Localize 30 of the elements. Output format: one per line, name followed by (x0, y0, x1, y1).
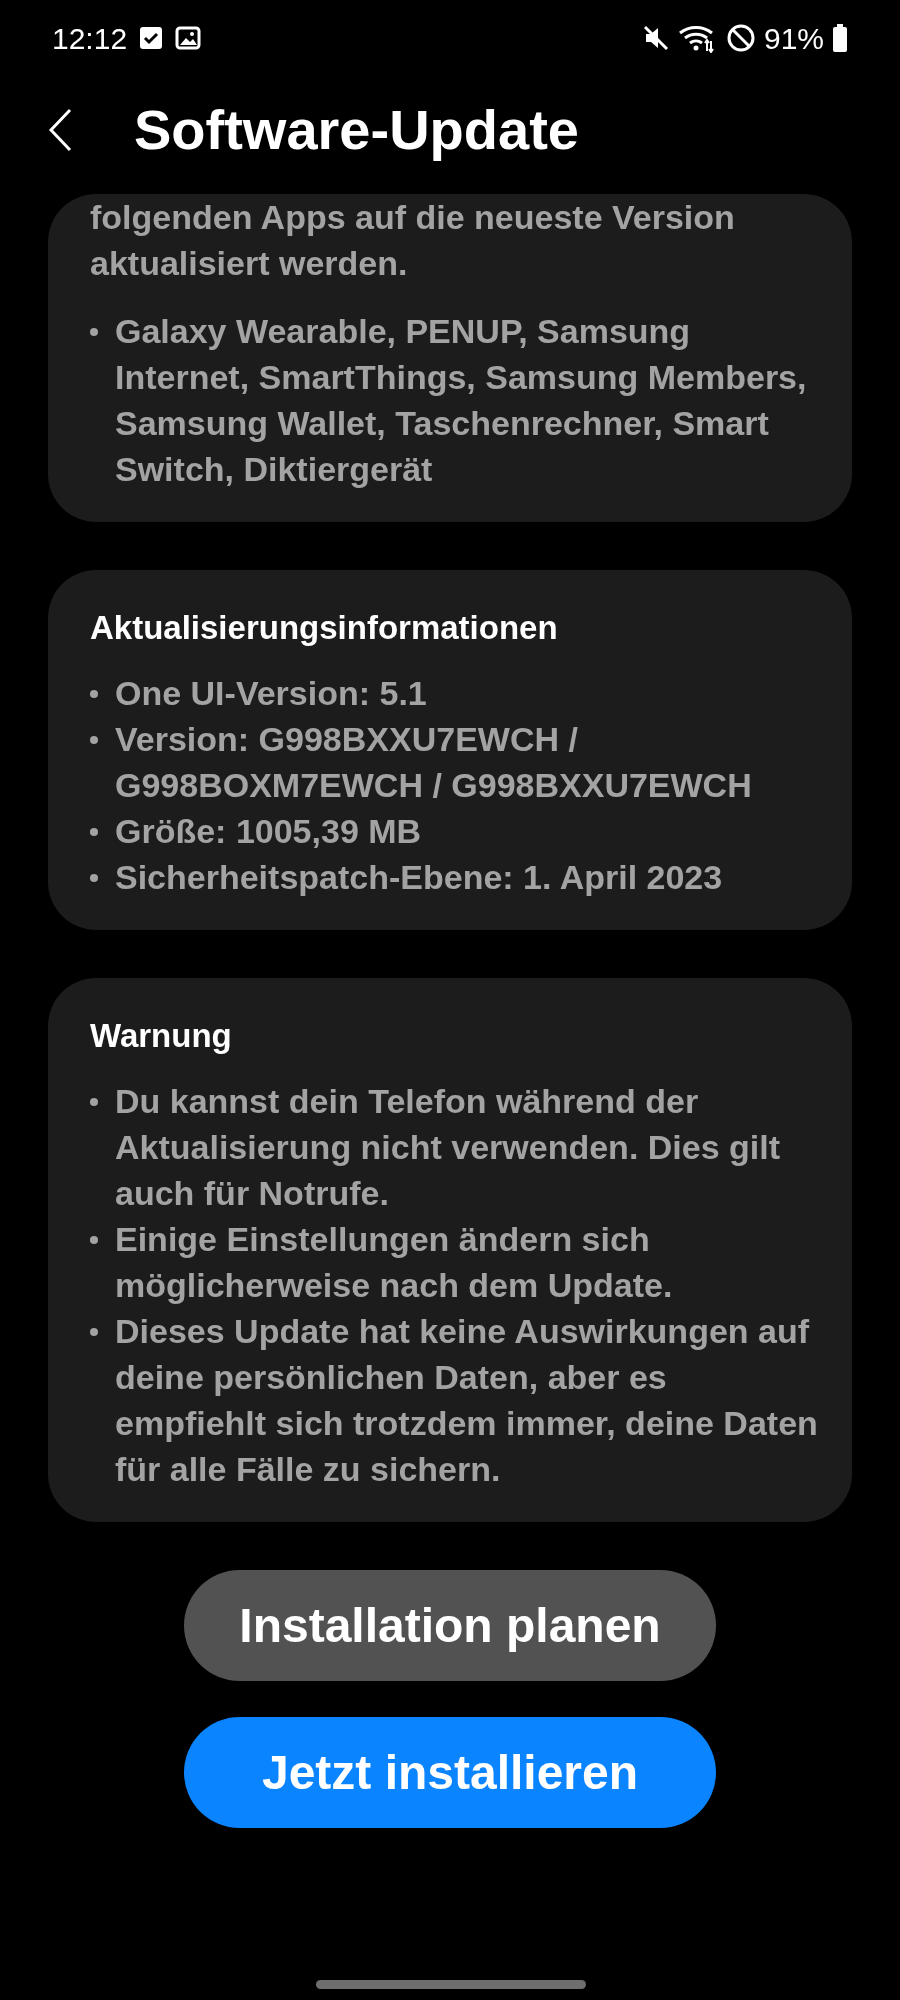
bullet-text: Version: G998BXXU7EWCH / G998BOXM7EWCH / G998BXXU7EWCH (115, 719, 753, 806)
battery-percentage: 91% (763, 20, 824, 57)
page-title: Software-Update (134, 97, 579, 163)
bullet-icon (90, 328, 98, 336)
bullet-icon (90, 828, 98, 836)
bullet-text: Einige Einstellungen ändern sich möglicherweise nach dem Update. (115, 1219, 674, 1306)
card-title: Warnung (90, 1016, 233, 1056)
status-time: 12:12 (52, 20, 128, 57)
bullet-text: Sicherheitspatch-Ebene: 1. April 2023 (115, 857, 723, 898)
mute-icon (641, 24, 670, 52)
bullet-icon (90, 1328, 98, 1336)
paragraph: folgenden Apps auf die neueste Version aktualisiert werden. (90, 197, 736, 284)
bullet-icon (90, 736, 98, 744)
checkbox-notification-icon (139, 26, 164, 50)
back-icon[interactable] (48, 108, 72, 152)
bullet-text: Größe: 1005,39 MB (115, 811, 422, 852)
bullet-icon (90, 690, 98, 698)
bullet-icon (90, 1236, 98, 1244)
do-not-disturb-icon (725, 23, 756, 53)
bullet-text: Galaxy Wearable, PENUP, Samsung Internet, SmartThings, Samsung Members, Samsung Wallet, Taschenrechner, Smart Switch, Diktiergerät (115, 311, 808, 490)
card-title: Aktualisierungsinformationen (90, 608, 559, 648)
bullet-icon (90, 874, 98, 882)
bullet-text: Du kannst dein Telefon während der Aktualisierung nicht verwenden. Dies gilt auch für Notrufe. (115, 1081, 782, 1214)
battery-icon (832, 24, 848, 52)
bullet-text: One UI-Version: 5.1 (115, 673, 427, 714)
bullet-icon (90, 1098, 98, 1106)
bullet-text: Dieses Update hat keine Auswirkungen auf deine persönlichen Daten, aber es empfiehlt sich trotzdem immer, deine Daten für alle Fälle zu sichern. (115, 1311, 819, 1490)
image-notification-icon (175, 26, 202, 50)
install-button[interactable]: Jetzt installieren (184, 1717, 716, 1828)
schedule-button[interactable]: Installation planen (184, 1570, 716, 1681)
